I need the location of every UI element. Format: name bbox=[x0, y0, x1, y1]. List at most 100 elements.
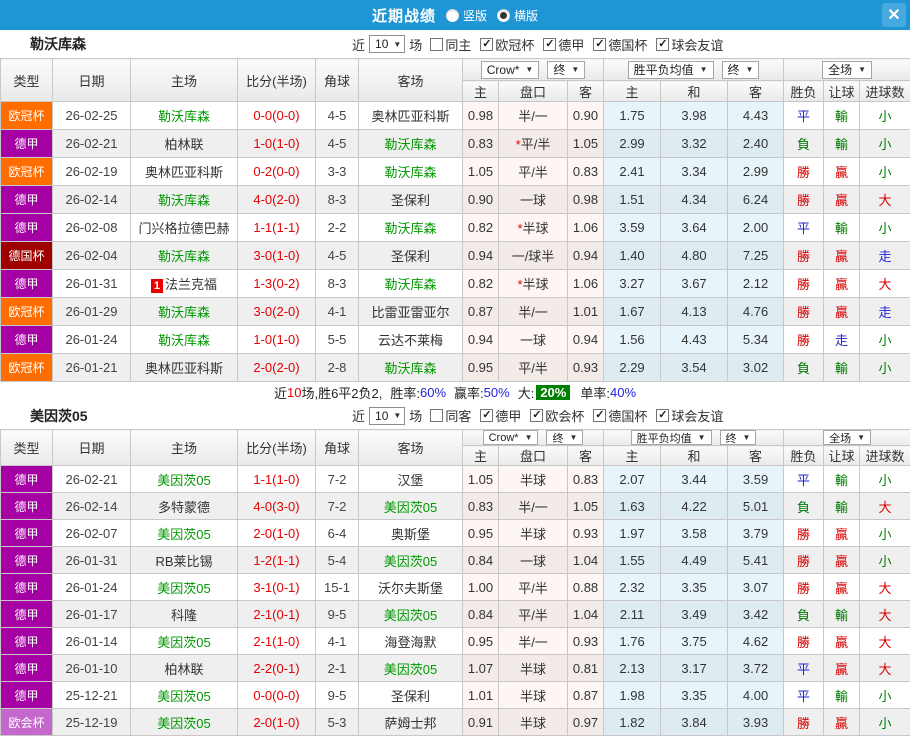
away-team: 萨姆士邦 bbox=[359, 709, 463, 736]
result-goals: 大 bbox=[860, 601, 910, 628]
home-team: 美因茨05 bbox=[131, 466, 238, 493]
corners: 4-1 bbox=[316, 298, 359, 326]
near-label: 近 bbox=[352, 406, 365, 425]
final-odds-select[interactable]: 终▼ bbox=[547, 61, 585, 79]
corners: 4-5 bbox=[316, 242, 359, 270]
away-team: 勒沃库森 bbox=[359, 214, 463, 242]
section-header-leverkusen: 勒沃库森 近 10 ▼ 场 同主 ✓ 欧冠杯 ✓ 德甲 ✓ 德国杯 ✓ 球会友谊 bbox=[0, 30, 910, 58]
same-venue-label[interactable]: 同客 bbox=[445, 406, 471, 425]
handicap-odds-away: 0.88 bbox=[568, 574, 604, 601]
avg-draw-odds: 4.80 bbox=[661, 242, 728, 270]
avg-draw-odds: 3.58 bbox=[661, 520, 728, 547]
league-checkbox-friendly[interactable]: ✓ bbox=[656, 409, 669, 422]
avg-draw-odds: 3.35 bbox=[661, 574, 728, 601]
avg-win-odds: 1.97 bbox=[604, 520, 661, 547]
result-handicap: 贏 bbox=[824, 547, 860, 574]
chevron-down-icon: ▼ bbox=[393, 411, 401, 420]
avg-lose-odds: 6.24 bbox=[728, 186, 784, 214]
win-rate-label: 胜率: bbox=[390, 383, 420, 402]
result-outcome: 勝 bbox=[784, 242, 824, 270]
league-checkbox-bundesliga[interactable]: ✓ bbox=[480, 409, 493, 422]
big-rate-value: 20% bbox=[536, 385, 570, 400]
handicap-odds-home: 1.05 bbox=[463, 466, 499, 493]
score: 2-1(0-1) bbox=[238, 601, 316, 628]
match-count-value: 10 bbox=[375, 409, 388, 423]
recent-results-panel: 近期战绩 竖版 横版 ✕ 勒沃库森 近 10 ▼ 场 同主 ✓ 欧冠杯 ✓ 德甲… bbox=[0, 0, 910, 752]
avg-lose-odds: 4.76 bbox=[728, 298, 784, 326]
close-button[interactable]: ✕ bbox=[882, 3, 906, 27]
match-scope-select[interactable]: 全场▼ bbox=[822, 61, 872, 79]
league-label-friendly[interactable]: 球会友谊 bbox=[671, 406, 723, 425]
same-venue-label[interactable]: 同主 bbox=[445, 35, 471, 54]
result-goals: 小 bbox=[860, 709, 910, 736]
away-team: 勒沃库森 bbox=[359, 130, 463, 158]
match-date: 26-01-31 bbox=[53, 270, 131, 298]
league-label-bundesliga[interactable]: 德甲 bbox=[558, 35, 584, 54]
handicap-odds-away: 0.90 bbox=[568, 102, 604, 130]
home-team: 勒沃库森 bbox=[131, 298, 238, 326]
match-date: 26-01-31 bbox=[53, 547, 131, 574]
radio-vertical-layout[interactable] bbox=[446, 9, 459, 22]
avg-draw-odds: 3.34 bbox=[661, 158, 728, 186]
avg-draw-odds: 3.44 bbox=[661, 466, 728, 493]
match-row: 德甲26-01-24勒沃库森1-0(1-0)5-5云达不莱梅0.94一球0.94… bbox=[1, 326, 910, 354]
score: 3-0(2-0) bbox=[238, 298, 316, 326]
league-label-dfb[interactable]: 德国杯 bbox=[608, 35, 647, 54]
result-handicap: 輸 bbox=[824, 493, 860, 520]
league-label-ucl[interactable]: 欧冠杯 bbox=[495, 35, 534, 54]
filter-bar: 近 10 ▼ 场 同客 ✓ 德甲 ✓ 欧会杯 ✓ 德国杯 ✓ 球会友谊 bbox=[352, 402, 723, 429]
league-label-dfb[interactable]: 德国杯 bbox=[608, 406, 647, 425]
match-count-select[interactable]: 10 ▼ bbox=[369, 35, 405, 53]
result-handicap: 輸 bbox=[824, 130, 860, 158]
score: 0-2(0-0) bbox=[238, 158, 316, 186]
league-label-uecl[interactable]: 欧会杯 bbox=[545, 406, 584, 425]
league-label-bundesliga[interactable]: 德甲 bbox=[495, 406, 521, 425]
result-outcome: 負 bbox=[784, 130, 824, 158]
league-checkbox-bundesliga[interactable]: ✓ bbox=[543, 38, 556, 51]
league-label-friendly[interactable]: 球会友谊 bbox=[671, 35, 723, 54]
odds-company-select[interactable]: Crow*▼ bbox=[481, 61, 540, 79]
radio-vertical-label[interactable]: 竖版 bbox=[463, 7, 487, 24]
avg-lose-odds: 7.25 bbox=[728, 242, 784, 270]
profit-rate-value: 50% bbox=[484, 385, 510, 400]
sub-header-avg-lose: 客 bbox=[728, 446, 784, 466]
chevron-down-icon: ▼ bbox=[857, 433, 865, 442]
final-avg-select[interactable]: 终▼ bbox=[720, 430, 757, 445]
away-team: 沃尔夫斯堡 bbox=[359, 574, 463, 601]
home-team: 美因茨05 bbox=[131, 628, 238, 655]
same-venue-checkbox[interactable] bbox=[430, 38, 443, 51]
score: 0-0(0-0) bbox=[238, 682, 316, 709]
col-header-home: 主场 bbox=[131, 430, 238, 466]
final-avg-select[interactable]: 终▼ bbox=[722, 61, 760, 79]
page-title: 近期战绩 bbox=[372, 5, 436, 26]
same-venue-checkbox[interactable] bbox=[430, 409, 443, 422]
avg-lose-odds: 3.72 bbox=[728, 655, 784, 682]
match-scope-select[interactable]: 全场▼ bbox=[823, 430, 871, 445]
corners: 3-3 bbox=[316, 158, 359, 186]
league-checkbox-uecl[interactable]: ✓ bbox=[530, 409, 543, 422]
league-checkbox-dfb[interactable]: ✓ bbox=[593, 409, 606, 422]
avg-odds-select[interactable]: 胜平负均值▼ bbox=[631, 430, 712, 445]
handicap-line: 一球 bbox=[499, 186, 568, 214]
handicap-odds-home: 0.83 bbox=[463, 130, 499, 158]
final-odds-select[interactable]: 终▼ bbox=[546, 430, 583, 445]
radio-horizontal-layout[interactable] bbox=[497, 9, 510, 22]
result-goals: 小 bbox=[860, 326, 910, 354]
asterisk-marker: * bbox=[516, 137, 521, 152]
match-date: 26-02-04 bbox=[53, 242, 131, 270]
handicap-line: 半球 bbox=[499, 466, 568, 493]
handicap-line: 平/半 bbox=[499, 354, 568, 382]
avg-win-odds: 3.59 bbox=[604, 214, 661, 242]
avg-lose-odds: 2.12 bbox=[728, 270, 784, 298]
league-checkbox-friendly[interactable]: ✓ bbox=[656, 38, 669, 51]
radio-horizontal-label[interactable]: 横版 bbox=[514, 7, 538, 24]
avg-odds-select[interactable]: 胜平负均值▼ bbox=[628, 61, 714, 79]
match-count-select[interactable]: 10 ▼ bbox=[369, 407, 405, 425]
league-checkbox-ucl[interactable]: ✓ bbox=[480, 38, 493, 51]
handicap-odds-away: 0.97 bbox=[568, 709, 604, 736]
result-handicap: 贏 bbox=[824, 628, 860, 655]
avg-lose-odds: 3.59 bbox=[728, 466, 784, 493]
league-checkbox-dfb[interactable]: ✓ bbox=[593, 38, 606, 51]
col-header-corner: 角球 bbox=[316, 430, 359, 466]
odds-company-select[interactable]: Crow*▼ bbox=[483, 430, 539, 445]
